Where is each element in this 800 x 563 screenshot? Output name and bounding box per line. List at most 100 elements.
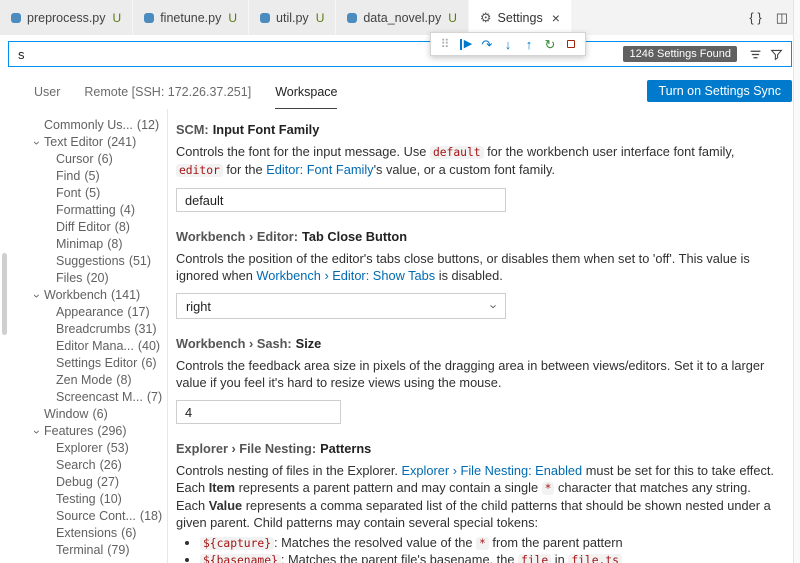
settings-scope-row: User Remote [SSH: 172.26.37.251] Workspace… bbox=[0, 75, 800, 109]
chevron-down-glyph: › bbox=[30, 429, 44, 434]
scope-tab-user[interactable]: User bbox=[34, 75, 60, 109]
toc-label: Source Cont... bbox=[56, 509, 136, 523]
tab-label: Settings bbox=[497, 10, 543, 25]
editor-tab-data-novel-py[interactable]: data_novel.py U bbox=[336, 0, 469, 35]
toc-count: (6) bbox=[92, 407, 108, 421]
toc-item-find[interactable]: Find (5) bbox=[30, 168, 167, 185]
scope-tabs: User Remote [SSH: 172.26.37.251] Workspace bbox=[34, 75, 361, 109]
toc-label: Commonly Us... bbox=[44, 118, 133, 132]
drag-handle-icon[interactable]: ⠿ bbox=[436, 35, 454, 53]
setting-link[interactable]: Workbench › Editor: Show Tabs bbox=[256, 268, 435, 283]
toc-item-window[interactable]: Window (6) bbox=[30, 406, 167, 423]
toc-count: (7) bbox=[146, 390, 163, 404]
chevron-down-icon: › bbox=[30, 137, 44, 149]
toc-scrollbar-thumb[interactable] bbox=[2, 253, 7, 335]
scope-tab-workspace[interactable]: Workspace bbox=[275, 75, 338, 109]
toc-item-minimap[interactable]: Minimap (8) bbox=[30, 236, 167, 253]
setting-item-workbench-sash-size: Workbench › Sash: Size Controls the feedba… bbox=[176, 319, 776, 424]
toc-item-font[interactable]: Font (5) bbox=[30, 185, 167, 202]
toc-item-diff-editor[interactable]: Diff Editor (8) bbox=[30, 219, 167, 236]
toc-item-workbench[interactable]: › Workbench (141) bbox=[30, 287, 167, 304]
code-token: editor bbox=[176, 164, 223, 177]
toc-item-cursor[interactable]: Cursor (6) bbox=[30, 151, 167, 168]
editor-tab-util-py[interactable]: util.py U bbox=[249, 0, 337, 35]
toc-item-zen-mode[interactable]: Zen Mode (8) bbox=[30, 372, 167, 389]
continue-button-icon[interactable]: ▶ bbox=[457, 35, 475, 53]
toc-count: (296) bbox=[97, 424, 127, 438]
description-text: for the workbench user interface font fa… bbox=[483, 144, 735, 159]
toc-count: (27) bbox=[96, 475, 120, 489]
code-token: ${capture} bbox=[200, 537, 275, 550]
turn-on-settings-sync-button[interactable]: Turn on Settings Sync bbox=[647, 80, 792, 102]
toc-item-settings-editor[interactable]: Settings Editor (6) bbox=[30, 355, 167, 372]
setting-value-select-workbench-editor-tab-close-button[interactable]: right › bbox=[176, 293, 506, 319]
stop-button-icon[interactable] bbox=[562, 35, 580, 53]
toc-item-text-editor[interactable]: › Text Editor (241) bbox=[30, 134, 167, 151]
chevron-down-icon: › bbox=[30, 290, 44, 302]
editor-tab-settings[interactable]: ⚙ Settings × bbox=[468, 0, 572, 35]
setting-link[interactable]: Editor: Font Family bbox=[266, 162, 373, 177]
toc-label: Diff Editor bbox=[56, 220, 111, 234]
toc-item-files[interactable]: Files (20) bbox=[30, 270, 167, 287]
toc-label: Font bbox=[56, 186, 82, 200]
close-icon[interactable]: × bbox=[552, 11, 560, 25]
untracked-badge: U bbox=[315, 10, 325, 25]
toc-item-breadcrumbs[interactable]: Breadcrumbs (31) bbox=[30, 321, 167, 338]
filter-lines-icon[interactable] bbox=[746, 45, 765, 64]
open-settings-json-icon[interactable]: { } bbox=[749, 11, 761, 24]
editor-tab-finetune-py[interactable]: finetune.py U bbox=[133, 0, 250, 35]
code-token: * bbox=[541, 482, 555, 495]
step-over-button-icon[interactable]: ↷ bbox=[478, 35, 496, 53]
toc-item-commonly-us[interactable]: Commonly Us... (12) bbox=[30, 117, 167, 134]
setting-name: Input Font Family bbox=[212, 122, 320, 137]
code-token: * bbox=[476, 537, 489, 550]
setting-description: Controls the font for the input message.… bbox=[176, 143, 776, 179]
toc-item-testing[interactable]: Testing (10) bbox=[30, 491, 167, 508]
toc-item-features[interactable]: › Features (296) bbox=[30, 423, 167, 440]
code-token: file.ts bbox=[568, 553, 622, 563]
toc-item-editor-mana[interactable]: Editor Mana... (40) bbox=[30, 338, 167, 355]
description-text: Controls the font for the input message.… bbox=[176, 144, 430, 159]
editor-title-actions: { } ◫ bbox=[737, 0, 800, 35]
step-out-button-icon[interactable]: ↑ bbox=[520, 35, 538, 53]
right-edge-scrollbar[interactable] bbox=[793, 0, 800, 563]
setting-value-input-workbench-sash-size[interactable] bbox=[176, 400, 341, 424]
setting-link[interactable]: Explorer › File Nesting: Enabled bbox=[401, 463, 582, 478]
toc-item-debug[interactable]: Debug (27) bbox=[30, 474, 167, 491]
editor-tab-preprocess-py[interactable]: preprocess.py U bbox=[0, 0, 134, 35]
toc-label: Formatting bbox=[56, 203, 116, 217]
toc-count: (26) bbox=[99, 458, 122, 472]
split-editor-icon[interactable]: ◫ bbox=[776, 11, 788, 24]
toc-item-suggestions[interactable]: Suggestions (51) bbox=[30, 253, 167, 270]
toc-item-explorer[interactable]: Explorer (53) bbox=[30, 440, 167, 457]
setting-category: Workbench › Editor: bbox=[176, 229, 299, 244]
editor-tabs: preprocess.py Ufinetune.py U util.py Udata_n… bbox=[0, 0, 572, 35]
toc-label: Extensions bbox=[56, 526, 118, 540]
toc-count: (141) bbox=[111, 288, 141, 302]
bullet-item: ${capture}: Matches the resolved value o… bbox=[200, 535, 776, 552]
funnel-filter-icon[interactable] bbox=[767, 45, 786, 64]
toc-item-terminal[interactable]: Terminal (79) bbox=[30, 542, 167, 559]
toc-item-screencast-m[interactable]: Screencast M... (7) bbox=[30, 389, 167, 406]
toc-label: Files bbox=[56, 271, 83, 285]
toc-item-source-cont[interactable]: Source Cont... (18) bbox=[30, 508, 167, 525]
setting-category: Workbench › Sash: bbox=[176, 336, 292, 351]
toc-count: (6) bbox=[141, 356, 157, 370]
scope-tab-remote-ssh-172-26-37-251[interactable]: Remote [SSH: 172.26.37.251] bbox=[84, 75, 251, 109]
restart-button-icon[interactable]: ↻ bbox=[541, 35, 559, 53]
description-text: in bbox=[551, 551, 569, 563]
toc-count: (8) bbox=[107, 237, 123, 251]
description-text: from the parent pattern bbox=[488, 535, 623, 550]
editor-tab-bar: preprocess.py Ufinetune.py U util.py Udata_n… bbox=[0, 0, 800, 35]
toc-item-appearance[interactable]: Appearance (17) bbox=[30, 304, 167, 321]
toc-label: Terminal bbox=[56, 543, 104, 557]
tab-label: util.py bbox=[276, 10, 309, 25]
step-into-button-icon[interactable]: ↓ bbox=[499, 35, 517, 53]
setting-item-scm-input-font-family: SCM: Input Font Family Controls the font f… bbox=[176, 109, 776, 212]
toc-item-formatting[interactable]: Formatting (4) bbox=[30, 202, 167, 219]
toc-item-search[interactable]: Search (26) bbox=[30, 457, 167, 474]
setting-value-input-scm-input-font-family[interactable] bbox=[176, 188, 506, 212]
toc-item-extensions[interactable]: Extensions (6) bbox=[30, 525, 167, 542]
toc-count: (79) bbox=[107, 543, 130, 557]
description-text: represents a parent pattern and may cont… bbox=[235, 480, 542, 495]
